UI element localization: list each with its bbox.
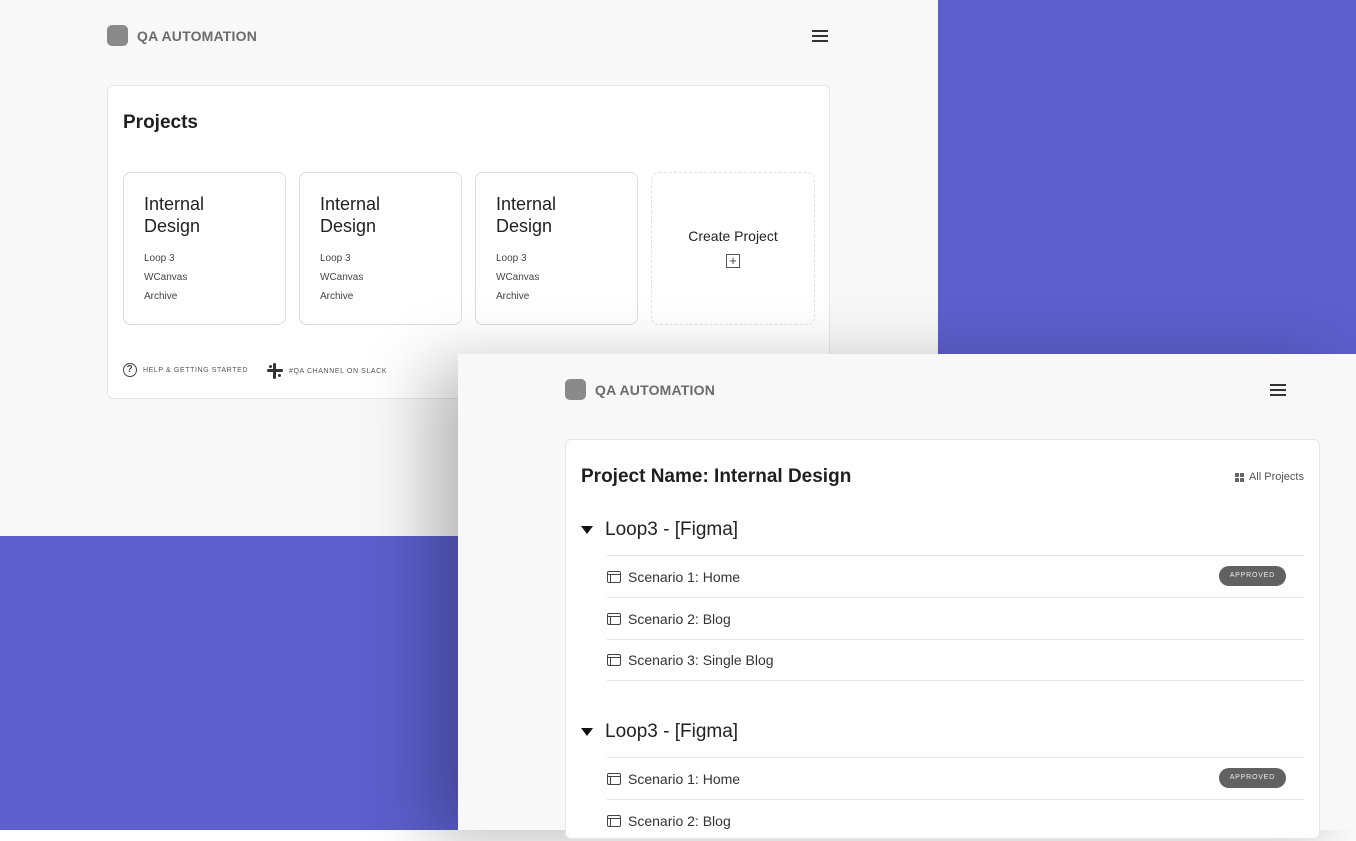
project-card[interactable]: Internal Design Loop 3 WCanvas Archive xyxy=(123,172,286,325)
all-projects-label: All Projects xyxy=(1248,471,1304,483)
scenario-row[interactable]: Scenario 3: Single Blog xyxy=(607,639,1304,681)
plus-icon: + xyxy=(726,254,740,268)
project-card-title: Internal Design xyxy=(144,194,205,236)
brand[interactable]: QA AUTOMATION xyxy=(107,25,257,46)
project-detail-window: QA AUTOMATION Project Name: Internal Des… xyxy=(458,354,1356,839)
loop-group-toggle[interactable]: Loop3 - [Figma] xyxy=(581,519,738,541)
slack-link[interactable]: #QA CHANNEL ON SLACK xyxy=(267,363,387,379)
browser-window-icon xyxy=(607,814,621,827)
project-card[interactable]: Internal Design Loop 3 WCanvas Archive xyxy=(299,172,462,325)
logo-icon xyxy=(107,25,128,46)
browser-window-icon xyxy=(607,772,621,785)
help-icon: ? xyxy=(123,363,137,377)
scenario-label: Scenario 2: Blog xyxy=(628,812,731,829)
project-card-item[interactable]: WCanvas xyxy=(144,272,187,283)
scenario-label: Scenario 3: Single Blog xyxy=(628,652,774,668)
browser-window-icon xyxy=(607,570,621,583)
slack-icon xyxy=(267,363,283,379)
project-card-item[interactable]: Archive xyxy=(320,291,353,302)
status-badge: APPROVED xyxy=(1218,566,1286,586)
scenario-label: Scenario 1: Home xyxy=(628,770,741,787)
all-projects-link[interactable]: All Projects xyxy=(1234,471,1304,483)
slack-link-label: #QA CHANNEL ON SLACK xyxy=(289,367,388,375)
project-card-title: Internal Design xyxy=(496,194,557,236)
loop-group-toggle[interactable]: Loop3 - [Figma] xyxy=(581,721,738,743)
hamburger-menu-icon[interactable] xyxy=(812,29,828,43)
grid-icon xyxy=(1234,472,1244,482)
create-project-label: Create Project xyxy=(688,228,778,244)
background-accent-top xyxy=(938,0,1356,354)
projects-panel: Projects Internal Design Loop 3 WCanvas … xyxy=(107,85,830,399)
project-title: Project Name: Internal Design xyxy=(581,466,852,487)
brand[interactable]: QA AUTOMATION xyxy=(565,379,715,400)
scenario-row[interactable]: Scenario 2: Blog xyxy=(607,597,1304,639)
scenario-row[interactable]: Scenario 2: Blog xyxy=(607,799,1304,841)
triangle-down-icon xyxy=(581,526,593,534)
background-accent-bottom xyxy=(0,536,458,830)
logo-icon xyxy=(565,379,586,400)
project-card-item[interactable]: Loop 3 xyxy=(496,253,527,264)
project-card-title: Internal Design xyxy=(320,194,381,236)
loop-group-title: Loop3 - [Figma] xyxy=(605,721,739,742)
project-card[interactable]: Internal Design Loop 3 WCanvas Archive xyxy=(475,172,638,325)
triangle-down-icon xyxy=(581,728,593,736)
browser-window-icon xyxy=(607,654,621,666)
page-title: Projects xyxy=(123,112,198,133)
hamburger-menu-icon[interactable] xyxy=(1270,383,1286,397)
scenario-row[interactable]: Scenario 1: Home APPROVED xyxy=(607,757,1304,799)
project-card-item[interactable]: Archive xyxy=(144,291,177,302)
scenario-row[interactable]: Scenario 1: Home APPROVED xyxy=(607,555,1304,597)
scenario-label: Scenario 1: Home xyxy=(628,568,741,585)
status-badge: APPROVED xyxy=(1218,768,1286,788)
project-card-item[interactable]: Loop 3 xyxy=(320,253,351,264)
help-link-label: HELP & GETTING STARTED xyxy=(143,366,248,374)
project-panel: Project Name: Internal Design All Projec… xyxy=(565,439,1320,839)
scenario-label: Scenario 2: Blog xyxy=(628,610,731,627)
browser-window-icon xyxy=(607,612,621,625)
project-card-item[interactable]: WCanvas xyxy=(320,272,363,283)
project-card-item[interactable]: WCanvas xyxy=(496,272,539,283)
loop-group-title: Loop3 - [Figma] xyxy=(605,519,739,540)
brand-name: QA AUTOMATION xyxy=(595,381,716,398)
brand-name: QA AUTOMATION xyxy=(137,27,258,44)
project-card-item[interactable]: Loop 3 xyxy=(144,253,175,264)
help-link[interactable]: ? HELP & GETTING STARTED xyxy=(123,363,248,377)
create-project-button[interactable]: Create Project + xyxy=(651,172,815,325)
project-card-item[interactable]: Archive xyxy=(496,291,529,302)
